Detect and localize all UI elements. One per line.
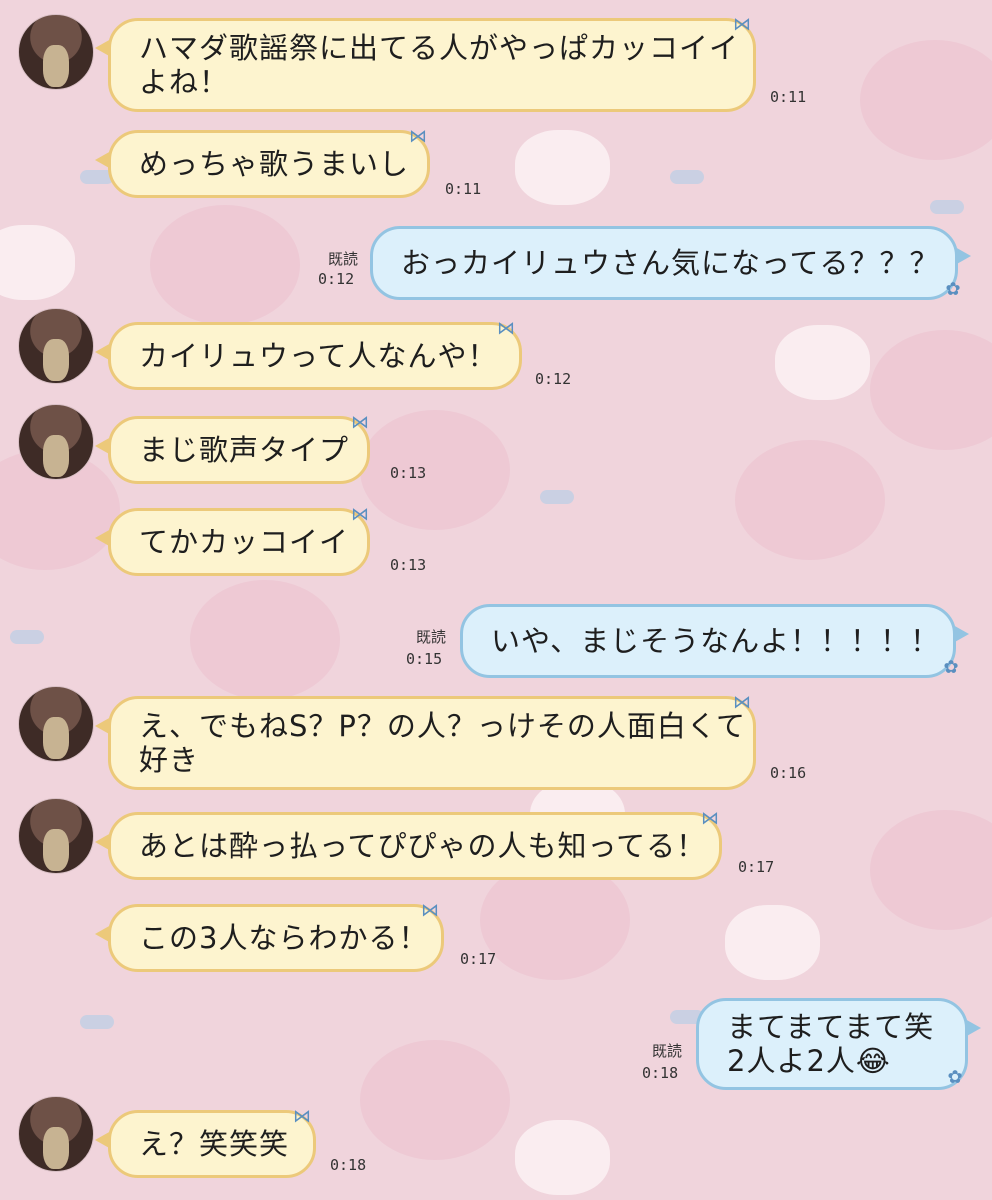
message-time: 0:18 — [642, 1064, 679, 1082]
background-bunny-decoration — [360, 1040, 510, 1160]
message-bubble-incoming[interactable]: あとは酔っ払ってぴぴゃの人も知ってる！ — [95, 812, 722, 880]
bow-icon: ⋈ — [409, 126, 427, 147]
message-bubble-outgoing[interactable]: おっカイリュウさん気になってる？？？ — [370, 226, 971, 300]
message-bubble-incoming[interactable]: めっちゃ歌うまいし — [95, 130, 430, 198]
bow-icon: ⋈ — [733, 14, 751, 35]
background-bow-decoration — [10, 630, 44, 644]
background-bunny-decoration — [150, 205, 300, 325]
background-bun-decoration — [515, 1120, 610, 1195]
avatar[interactable] — [18, 686, 94, 762]
message-time: 0:11 — [770, 88, 807, 106]
bow-icon: ⋈ — [701, 808, 719, 829]
message-bubble-incoming[interactable]: ハマダ歌謡祭に出てる人がやっぱカッコイイ よね！ — [95, 18, 756, 112]
message-bubble-outgoing[interactable]: まてまてまて笑 2人よ2人😂 — [696, 998, 981, 1090]
flower-icon: ✿ — [947, 1067, 963, 1088]
flower-icon: ✿ — [945, 279, 961, 300]
avatar[interactable] — [18, 308, 94, 384]
flower-icon: ✿ — [943, 657, 959, 678]
message-time: 0:18 — [330, 1156, 367, 1174]
message-bubble-incoming[interactable]: この3人ならわかる！ — [95, 904, 444, 972]
message-bubble-incoming[interactable]: え？笑笑笑 — [95, 1110, 316, 1178]
avatar[interactable] — [18, 1096, 94, 1172]
message-time: 0:16 — [770, 764, 807, 782]
message-time: 0:15 — [406, 650, 443, 668]
message-bubble-incoming[interactable]: え、でもねS？P？の人？っけその人面白くて 好き — [95, 696, 756, 790]
background-bunny-decoration — [870, 810, 992, 930]
message-bubble-incoming[interactable]: てかカッコイイ — [95, 508, 370, 576]
chat-area[interactable]: ハマダ歌謡祭に出てる人がやっぱカッコイイ よね！ ⋈ 0:11 めっちゃ歌うまい… — [0, 0, 992, 1200]
message-bubble-outgoing[interactable]: いや、まじそうなんよ！！！！！ — [460, 604, 969, 678]
bow-icon: ⋈ — [351, 504, 369, 525]
background-bun-decoration — [0, 225, 75, 300]
background-bow-decoration — [540, 490, 574, 504]
background-bow-decoration — [670, 170, 704, 184]
avatar[interactable] — [18, 404, 94, 480]
message-time: 0:13 — [390, 556, 427, 574]
background-bow-decoration — [930, 200, 964, 214]
message-time: 0:11 — [445, 180, 482, 198]
read-receipt: 既読 — [415, 628, 446, 646]
message-time: 0:13 — [390, 464, 427, 482]
message-time: 0:12 — [535, 370, 572, 388]
avatar-face — [43, 829, 69, 871]
background-bunny-decoration — [860, 40, 992, 160]
message-time: 0:17 — [738, 858, 775, 876]
message-bubble-incoming[interactable]: カイリュウって人なんや！ — [95, 322, 522, 390]
read-receipt: 既読 — [327, 250, 358, 268]
bow-icon: ⋈ — [733, 692, 751, 713]
bow-icon: ⋈ — [497, 318, 515, 339]
message-bubble-incoming[interactable]: まじ歌声タイプ — [95, 416, 370, 484]
avatar-face — [43, 339, 69, 381]
background-bun-decoration — [725, 905, 820, 980]
background-bunny-decoration — [735, 440, 885, 560]
background-bow-decoration — [80, 1015, 114, 1029]
bow-icon: ⋈ — [351, 412, 369, 433]
message-time: 0:12 — [318, 270, 355, 288]
background-bunny-decoration — [360, 410, 510, 530]
avatar-face — [43, 45, 69, 87]
message-time: 0:17 — [460, 950, 497, 968]
background-bun-decoration — [515, 130, 610, 205]
avatar[interactable] — [18, 14, 94, 90]
avatar-face — [43, 435, 69, 477]
background-bun-decoration — [775, 325, 870, 400]
avatar-face — [43, 717, 69, 759]
background-bunny-decoration — [870, 330, 992, 450]
bow-icon: ⋈ — [293, 1106, 311, 1127]
bow-icon: ⋈ — [421, 900, 439, 921]
avatar-face — [43, 1127, 69, 1169]
background-bunny-decoration — [190, 580, 340, 700]
avatar[interactable] — [18, 798, 94, 874]
read-receipt: 既読 — [651, 1042, 682, 1060]
